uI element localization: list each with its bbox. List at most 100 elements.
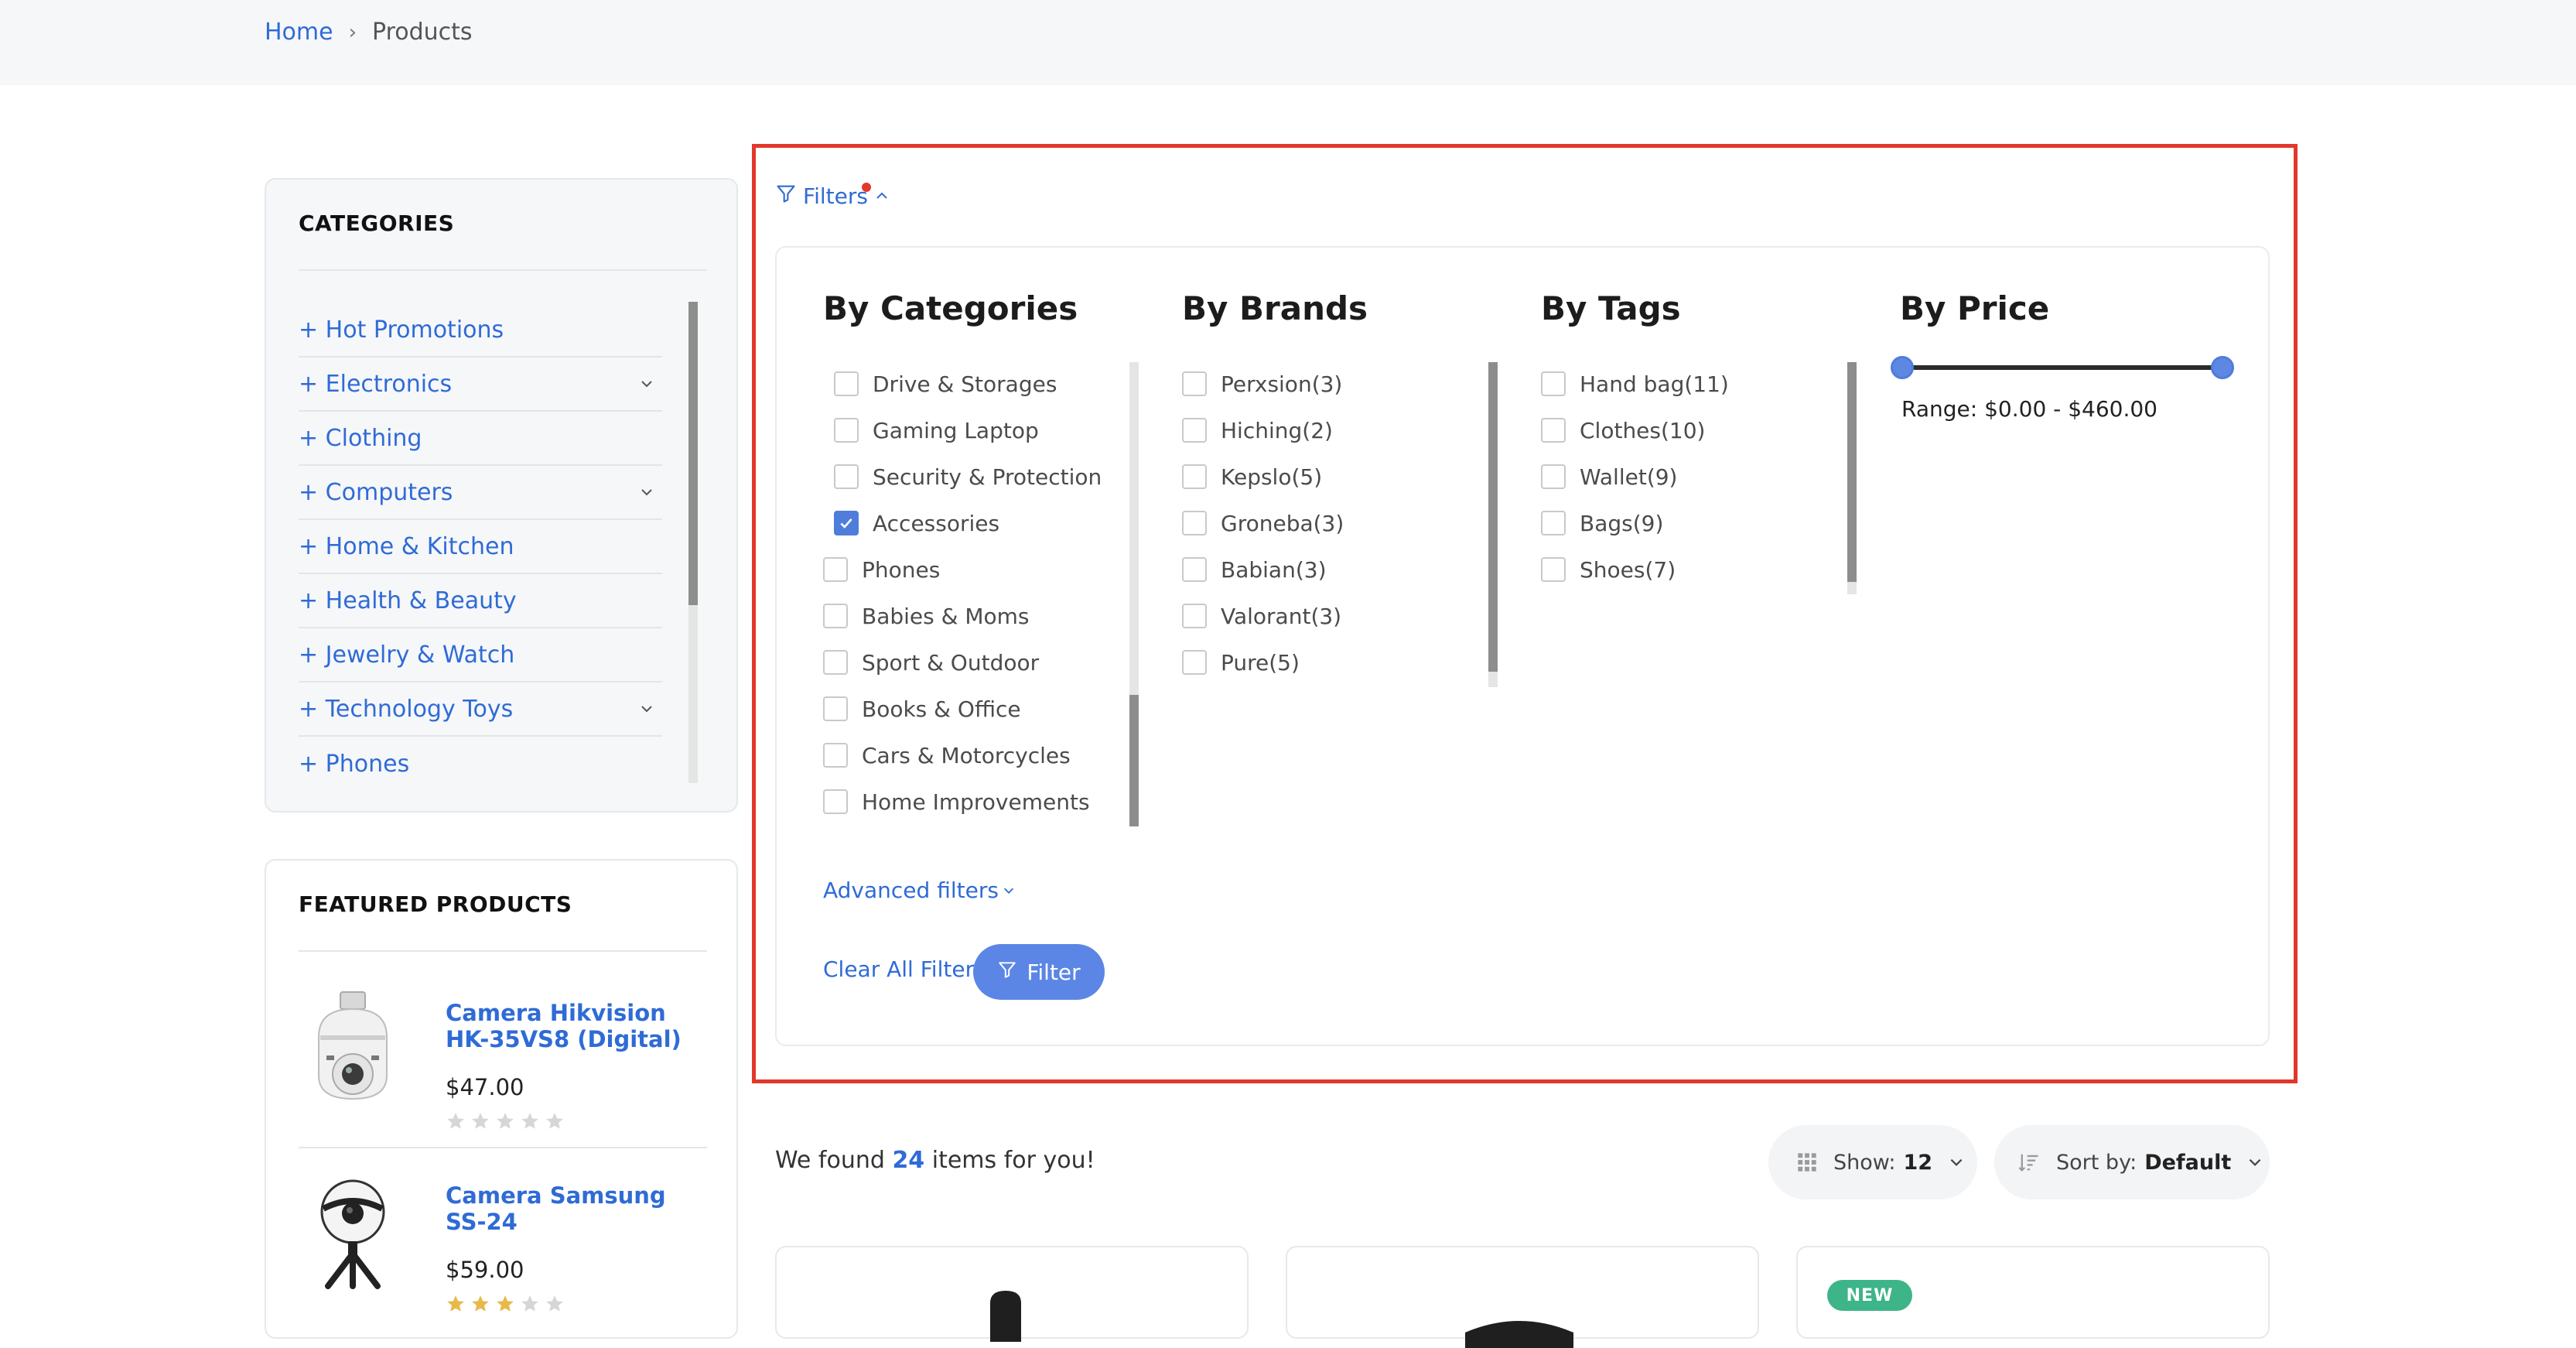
featured-product-name[interactable]: Camera Hikvision HK-35VS8 (Digital) [446,1000,709,1052]
brands-filter-option[interactable]: Groneba(3) [1182,500,1461,546]
checkbox[interactable] [834,418,859,443]
checkbox[interactable] [1182,557,1207,582]
categories-filter-label[interactable]: Cars & Motorcycles [862,743,1071,768]
checkbox[interactable] [823,789,848,814]
brands-filter-option[interactable]: Perxsion(3) [1182,361,1461,407]
tags-filter-option[interactable]: Clothes(10) [1541,407,1819,453]
sidebar-category-label[interactable]: + Technology Toys [299,696,513,723]
checkbox[interactable] [823,743,848,768]
featured-product-item[interactable]: Camera Hikvision HK-35VS8 (Digital) $47.… [299,975,707,1153]
brand-filter-scrollbar-thumb[interactable] [1488,362,1498,672]
brands-filter-option[interactable]: Hiching(2) [1182,407,1461,453]
checkbox[interactable] [1541,464,1566,489]
breadcrumb-home-link[interactable]: Home [265,19,333,46]
sidebar-category-item[interactable]: + Computers [299,466,662,520]
chevron-down-icon[interactable] [631,477,662,508]
show-value[interactable]: 12 [1903,1151,1932,1175]
categories-filter-label[interactable]: Gaming Laptop [873,418,1039,443]
filters-toggle-label[interactable]: Filters [803,183,868,209]
checkbox[interactable] [1182,418,1207,443]
product-card[interactable] [775,1246,1249,1342]
brands-filter-label[interactable]: Pure(5) [1221,650,1300,676]
tags-filter-label[interactable]: Bags(9) [1580,511,1663,536]
checkbox[interactable] [1182,604,1207,628]
sidebar-category-item[interactable]: + Hot Promotions [299,303,662,358]
product-image[interactable] [986,1288,1026,1342]
camera-samsung-image[interactable] [306,1173,399,1289]
checkbox[interactable] [834,464,859,489]
checkbox[interactable] [823,650,848,675]
chevron-up-icon[interactable] [874,183,890,209]
categories-filter-option[interactable]: Sport & Outdoor [823,639,1117,686]
categories-filter-option[interactable]: Books & Office [823,686,1117,732]
chevron-down-icon[interactable] [1948,1154,1965,1171]
categories-filter-label[interactable]: Security & Protection [873,464,1102,490]
tags-filter-option[interactable]: Wallet(9) [1541,453,1819,500]
brand-filter-scrollbar[interactable] [1488,362,1498,687]
sidebar-category-item[interactable]: + Home & Kitchen [299,520,662,574]
category-scrollbar[interactable] [688,302,698,783]
categories-filter-label[interactable]: Home Improvements [862,789,1090,815]
brands-filter-option[interactable]: Babian(3) [1182,546,1461,593]
categories-filter-option[interactable]: Phones [823,546,1117,593]
category-scrollbar-thumb[interactable] [688,302,698,605]
chevron-down-icon[interactable] [631,693,662,724]
sort-by-dropdown[interactable]: Sort by: Default [1994,1125,2270,1199]
checkbox[interactable] [823,604,848,628]
brands-filter-label[interactable]: Hiching(2) [1221,418,1333,443]
sidebar-category-label[interactable]: + Electronics [299,371,452,398]
categories-filter-label[interactable]: Babies & Moms [862,604,1030,629]
checkbox[interactable] [1541,418,1566,443]
brands-filter-label[interactable]: Kepslo(5) [1221,464,1322,490]
categories-filter-label[interactable]: Sport & Outdoor [862,650,1039,676]
tag-filter-scrollbar[interactable] [1847,362,1857,594]
categories-filter-option[interactable]: Gaming Laptop [823,407,1117,453]
featured-product-name[interactable]: Camera Samsung SS-24 [446,1182,709,1235]
sidebar-category-label[interactable]: + Clothing [299,425,422,452]
chevron-down-icon[interactable] [1002,878,1016,903]
price-slider-min-handle[interactable] [1891,356,1914,379]
checkbox-checked[interactable] [834,511,859,535]
checkbox[interactable] [1541,557,1566,582]
featured-product-item[interactable]: Camera Samsung SS-24 $59.00 [299,1158,707,1336]
clear-all-filter-button[interactable]: Clear All Filter [823,956,974,982]
tags-filter-label[interactable]: Wallet(9) [1580,464,1677,490]
show-per-page-dropdown[interactable]: Show: 12 [1768,1125,1977,1199]
sidebar-category-label[interactable]: + Health & Beauty [299,587,517,614]
sidebar-category-label[interactable]: + Phones [299,751,409,778]
advanced-filters-label[interactable]: Advanced filters [823,878,999,903]
category-filter-scrollbar-thumb[interactable] [1129,695,1139,826]
sidebar-category-item[interactable]: + Health & Beauty [299,574,662,628]
tags-filter-label[interactable]: Hand bag(11) [1580,371,1729,397]
chevron-down-icon[interactable] [2246,1154,2263,1171]
checkbox[interactable] [1541,511,1566,535]
checkbox[interactable] [1182,511,1207,535]
sidebar-category-item[interactable]: + Technology Toys [299,683,662,737]
categories-filter-label[interactable]: Phones [862,557,940,583]
categories-filter-label[interactable]: Books & Office [862,696,1021,722]
product-image[interactable] [1457,1302,1581,1348]
checkbox[interactable] [1541,371,1566,396]
tags-filter-option[interactable]: Bags(9) [1541,500,1819,546]
tags-filter-option[interactable]: Hand bag(11) [1541,361,1819,407]
categories-filter-option[interactable]: Drive & Storages [823,361,1117,407]
categories-filter-option[interactable]: Babies & Moms [823,593,1117,639]
tags-filter-label[interactable]: Clothes(10) [1580,418,1705,443]
tags-filter-label[interactable]: Shoes(7) [1580,557,1676,583]
apply-filter-button[interactable]: Filter [973,944,1105,1000]
filters-toggle[interactable]: Filters [775,183,890,210]
checkbox[interactable] [823,557,848,582]
brands-filter-option[interactable]: Pure(5) [1182,639,1461,686]
brands-filter-label[interactable]: Perxsion(3) [1221,371,1342,397]
camera-hikvision-image[interactable] [306,990,399,1107]
sidebar-category-label[interactable]: + Computers [299,479,453,506]
sidebar-category-item[interactable]: + Jewelry & Watch [299,628,662,683]
categories-filter-option[interactable]: Cars & Motorcycles [823,732,1117,778]
categories-filter-option[interactable]: Home Improvements [823,778,1117,825]
sidebar-category-label[interactable]: + Jewelry & Watch [299,641,514,669]
checkbox[interactable] [834,371,859,396]
categories-filter-label[interactable]: Drive & Storages [873,371,1057,397]
apply-filter-label[interactable]: Filter [1027,960,1080,985]
chevron-down-icon[interactable] [631,368,662,399]
tags-filter-option[interactable]: Shoes(7) [1541,546,1819,593]
